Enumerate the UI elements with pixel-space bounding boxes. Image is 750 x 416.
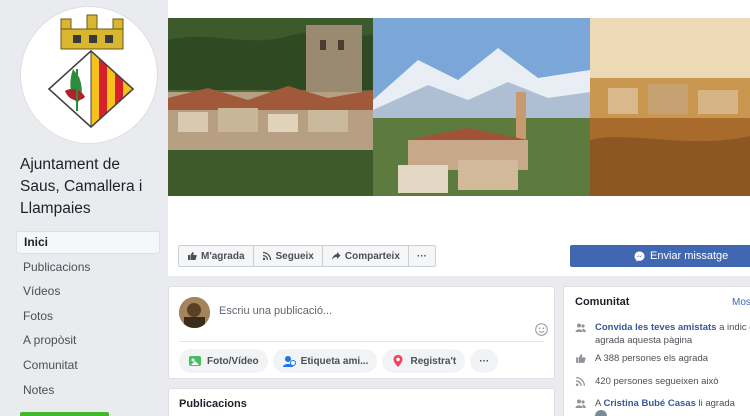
cover-collage-image bbox=[168, 0, 750, 196]
send-message-label: Enviar missatge bbox=[650, 250, 729, 262]
friend-avatar[interactable] bbox=[595, 410, 607, 416]
friend-suffix: li agrada bbox=[695, 398, 735, 409]
messenger-icon bbox=[634, 251, 645, 261]
community-title: Comunitat bbox=[575, 296, 630, 308]
share-arrow-icon bbox=[331, 252, 341, 260]
follows-count: 420 persones segueixen això bbox=[595, 376, 719, 387]
nav-item-about[interactable]: A propòsit bbox=[16, 329, 160, 352]
people-icon bbox=[575, 399, 586, 408]
likes-row: A 388 persones els agrada bbox=[575, 352, 750, 365]
post-composer: Foto/Vídeo Etiqueta ami... Registra't ··… bbox=[168, 286, 555, 379]
checkin-button[interactable]: Registra't bbox=[382, 349, 466, 373]
checkin-label: Registra't bbox=[410, 355, 457, 367]
invite-row: Convida les teves amistats a indic els a… bbox=[575, 321, 750, 347]
page-title: Ajuntament de Saus, Camallera i Llampaie… bbox=[20, 156, 143, 217]
composer-avatar bbox=[179, 297, 210, 328]
friend-name-link[interactable]: Cristina Bubé Casas bbox=[603, 398, 695, 409]
nav-item-notes[interactable]: Notes bbox=[16, 379, 160, 402]
photo-video-button[interactable]: Foto/Vídeo bbox=[179, 349, 268, 373]
rss-icon bbox=[262, 251, 271, 261]
tag-people-icon bbox=[282, 356, 296, 367]
like-label: M'agrada bbox=[201, 250, 245, 262]
more-actions-label: ··· bbox=[416, 250, 427, 262]
tag-friends-button[interactable]: Etiqueta ami... bbox=[272, 349, 378, 373]
friend-like-row: A Cristina Bubé Casas li agrada bbox=[575, 397, 750, 416]
like-button[interactable]: M'agrada bbox=[179, 246, 254, 266]
photo-video-label: Foto/Vídeo bbox=[207, 355, 259, 367]
follow-button[interactable]: Segueix bbox=[254, 246, 323, 266]
invite-friends-link[interactable]: Convida les teves amistats bbox=[595, 322, 716, 333]
thumbs-up-icon bbox=[576, 354, 586, 363]
nav-item-videos[interactable]: Vídeos bbox=[16, 280, 160, 303]
share-label: Comparteix bbox=[344, 250, 400, 262]
rss-icon bbox=[575, 376, 586, 387]
follow-label: Segueix bbox=[275, 250, 314, 262]
people-icon bbox=[575, 323, 586, 332]
location-pin-icon bbox=[393, 355, 403, 367]
page-avatar[interactable] bbox=[20, 6, 158, 144]
more-options-label: ··· bbox=[479, 355, 490, 367]
left-sidebar: Ajuntament de Saus, Camallera i Llampaie… bbox=[0, 0, 168, 416]
photo-icon bbox=[189, 356, 201, 366]
nav-item-community[interactable]: Comunitat bbox=[16, 354, 160, 377]
cover-photo[interactable] bbox=[168, 0, 750, 196]
more-actions-button[interactable]: ··· bbox=[409, 246, 435, 266]
publications-title: Publicacions bbox=[179, 398, 247, 410]
nav-item-posts[interactable]: Publicacions bbox=[16, 256, 160, 279]
more-options-button[interactable]: ··· bbox=[470, 349, 499, 373]
send-message-button[interactable]: Enviar missatge bbox=[570, 245, 750, 267]
see-more-link[interactable]: Mos bbox=[732, 297, 750, 308]
profile-photo-icon bbox=[179, 297, 210, 328]
share-button[interactable]: Comparteix bbox=[323, 246, 409, 266]
composer-divider bbox=[179, 341, 544, 342]
coat-of-arms-icon bbox=[47, 14, 135, 129]
thumbs-up-icon bbox=[188, 252, 197, 260]
publications-section: Publicacions bbox=[168, 388, 555, 416]
page-nav: Inici Publicacions Vídeos Fotos A propòs… bbox=[16, 231, 160, 403]
follows-row: 420 persones segueixen això bbox=[575, 375, 750, 388]
composer-options: Foto/Vídeo Etiqueta ami... Registra't ··… bbox=[179, 349, 499, 373]
post-input[interactable] bbox=[219, 305, 519, 317]
tag-friends-label: Etiqueta ami... bbox=[300, 355, 369, 367]
community-card: Comunitat Mos Convida les teves amistats… bbox=[563, 286, 750, 416]
likes-count: A 388 persones els agrada bbox=[595, 353, 709, 364]
page-actions: M'agrada Segueix Comparteix ··· bbox=[178, 245, 436, 267]
nav-item-home[interactable]: Inici bbox=[16, 231, 160, 254]
emoji-icon[interactable] bbox=[535, 323, 548, 336]
create-page-button[interactable] bbox=[20, 412, 109, 416]
nav-item-photos[interactable]: Fotos bbox=[16, 305, 160, 328]
